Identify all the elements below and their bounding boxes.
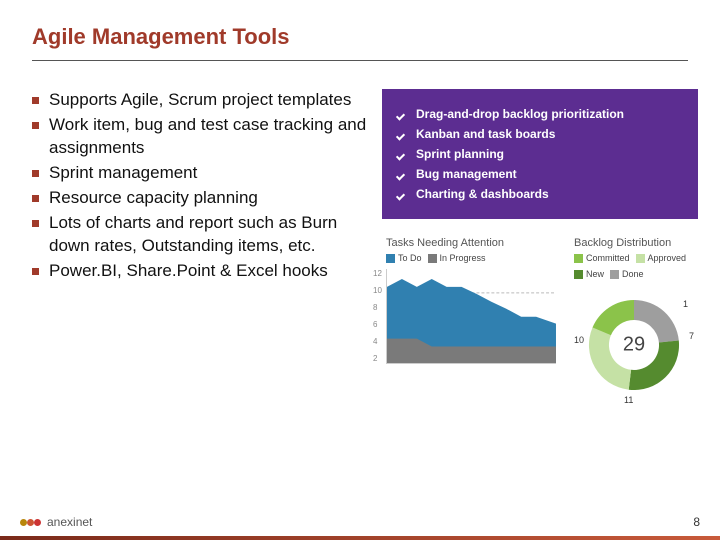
slice-label: 11 — [624, 395, 633, 405]
tick-label: 2 — [373, 354, 382, 363]
bullet-text: Resource capacity planning — [49, 187, 258, 210]
legend-swatch — [574, 270, 583, 279]
tick-label: 10 — [373, 286, 382, 295]
page-title: Agile Management Tools — [32, 24, 688, 50]
feature-item: Charting & dashboards — [396, 187, 684, 201]
logo: anexinet — [20, 515, 92, 529]
slice-label: 10 — [574, 335, 584, 345]
check-icon — [396, 168, 408, 180]
bullet-item: Power.BI, Share.Point & Excel hooks — [32, 260, 372, 283]
feature-text: Drag-and-drop backlog prioritization — [416, 107, 624, 121]
donut-chart-card: Backlog Distribution Committed Approved … — [570, 233, 698, 409]
area-legend: To Do In Progress — [386, 253, 556, 263]
feature-item: Sprint planning — [396, 147, 684, 161]
legend-swatch — [610, 270, 619, 279]
feature-text: Kanban and task boards — [416, 127, 555, 141]
bullet-icon — [32, 268, 39, 275]
check-icon — [396, 128, 408, 140]
legend-item: Approved — [636, 253, 687, 263]
bullet-text: Sprint management — [49, 162, 197, 185]
bullet-text: Supports Agile, Scrum project templates — [49, 89, 351, 112]
area-chart: 12 10 8 6 4 2 — [386, 269, 556, 364]
bullet-column: Supports Agile, Scrum project templates … — [32, 89, 372, 409]
page-number: 8 — [693, 515, 700, 529]
feature-item: Drag-and-drop backlog prioritization — [396, 107, 684, 121]
footer: anexinet 8 — [0, 504, 720, 540]
bullet-icon — [32, 220, 39, 227]
logo-dot-icon — [27, 519, 34, 526]
legend-label: Done — [622, 269, 644, 279]
bullet-item: Sprint management — [32, 162, 372, 185]
legend-label: Approved — [648, 253, 687, 263]
slide: Agile Management Tools Supports Agile, S… — [0, 0, 720, 540]
logo-dot-icon — [34, 519, 41, 526]
legend-swatch — [574, 254, 583, 263]
legend-swatch — [428, 254, 437, 263]
logo-dot-icon — [20, 519, 27, 526]
chart-title: Backlog Distribution — [574, 237, 694, 249]
feature-item: Bug management — [396, 167, 684, 181]
logo-text: anexinet — [47, 515, 92, 529]
bullet-item: Work item, bug and test case tracking an… — [32, 114, 372, 160]
bullet-text: Lots of charts and report such as Burn d… — [49, 212, 372, 258]
y-axis-ticks: 12 10 8 6 4 2 — [373, 269, 382, 363]
tick-label: 8 — [373, 303, 382, 312]
legend-item: To Do — [386, 253, 422, 263]
area-chart-svg — [387, 269, 556, 363]
legend-label: To Do — [398, 253, 422, 263]
chart-title: Tasks Needing Attention — [386, 237, 556, 249]
legend-label: In Progress — [440, 253, 486, 263]
donut-legend: Committed Approved New Done — [574, 253, 694, 279]
feature-item: Kanban and task boards — [396, 127, 684, 141]
check-icon — [396, 108, 408, 120]
donut-chart: 29 1 7 11 10 — [574, 285, 694, 405]
tick-label: 4 — [373, 337, 382, 346]
check-icon — [396, 148, 408, 160]
bullet-icon — [32, 122, 39, 129]
bullet-icon — [32, 170, 39, 177]
slice-label: 1 — [683, 299, 688, 309]
bullet-list: Supports Agile, Scrum project templates … — [32, 89, 372, 283]
bullet-icon — [32, 97, 39, 104]
slice-label: 7 — [689, 331, 694, 341]
tick-label: 6 — [373, 320, 382, 329]
bullet-item: Resource capacity planning — [32, 187, 372, 210]
legend-label: Committed — [586, 253, 630, 263]
legend-item: New — [574, 269, 604, 279]
feature-callout-box: Drag-and-drop backlog prioritization Kan… — [382, 89, 698, 219]
feature-text: Bug management — [416, 167, 517, 181]
bullet-item: Supports Agile, Scrum project templates — [32, 89, 372, 112]
check-icon — [396, 188, 408, 200]
area-chart-card: Tasks Needing Attention To Do In Progres… — [382, 233, 560, 409]
donut-total: 29 — [623, 334, 645, 357]
bullet-item: Lots of charts and report such as Burn d… — [32, 212, 372, 258]
legend-swatch — [386, 254, 395, 263]
bullet-text: Power.BI, Share.Point & Excel hooks — [49, 260, 328, 283]
legend-item: In Progress — [428, 253, 486, 263]
graphics-column: Drag-and-drop backlog prioritization Kan… — [382, 89, 698, 409]
bullet-text: Work item, bug and test case tracking an… — [49, 114, 372, 160]
tick-label: 12 — [373, 269, 382, 278]
charts-row: Tasks Needing Attention To Do In Progres… — [382, 233, 698, 409]
legend-item: Done — [610, 269, 644, 279]
body-row: Supports Agile, Scrum project templates … — [32, 89, 688, 409]
feature-text: Sprint planning — [416, 147, 504, 161]
feature-text: Charting & dashboards — [416, 187, 549, 201]
legend-swatch — [636, 254, 645, 263]
bullet-icon — [32, 195, 39, 202]
legend-label: New — [586, 269, 604, 279]
legend-item: Committed — [574, 253, 630, 263]
footer-accent-bar — [0, 536, 720, 540]
divider — [32, 60, 688, 61]
